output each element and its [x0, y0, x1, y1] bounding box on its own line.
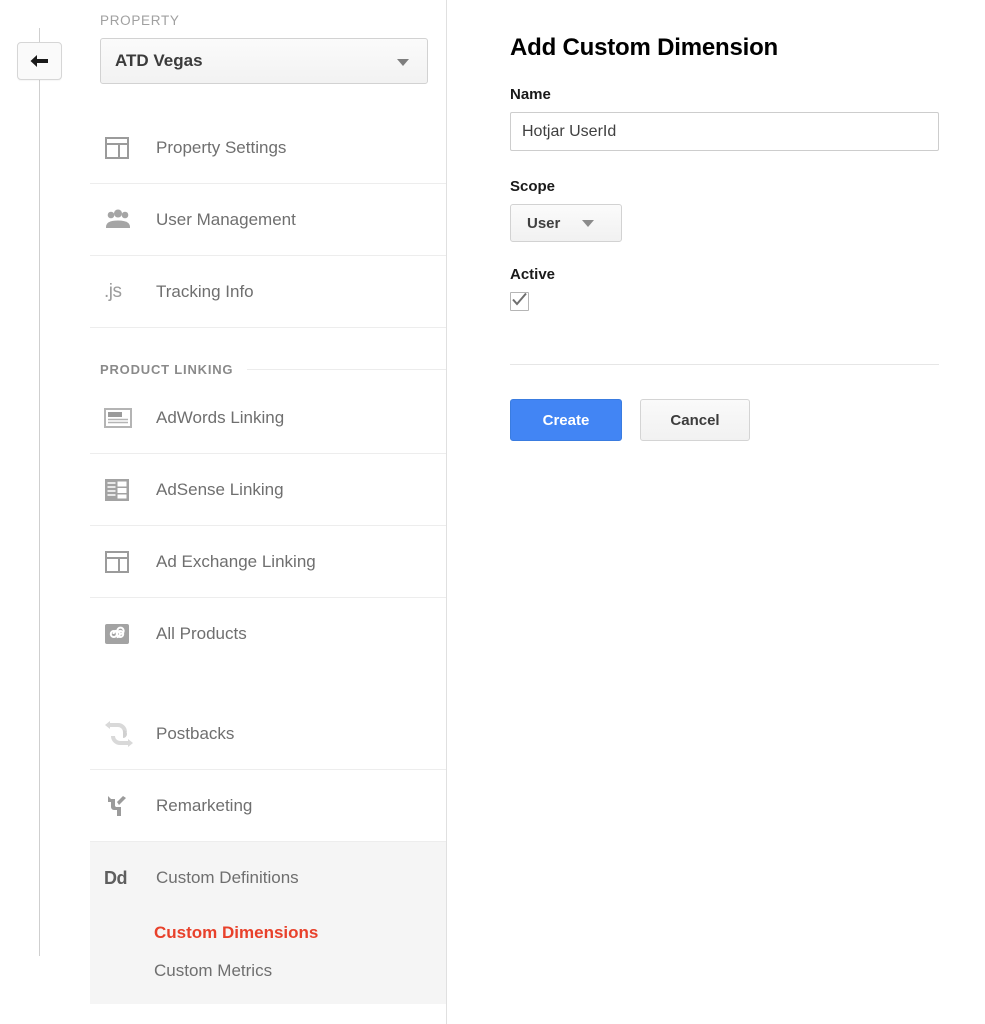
- sidebar-item-label: All Products: [156, 624, 247, 643]
- rail-divider-line: [39, 28, 40, 956]
- create-button[interactable]: Create: [510, 399, 622, 441]
- sidebar-item-label: Postbacks: [156, 723, 235, 743]
- page-title: Add Custom Dimension: [510, 34, 779, 61]
- adwords-linking-icon: [100, 403, 148, 433]
- js-icon: .js: [104, 280, 122, 302]
- sidebar-item-remarketing[interactable]: Remarketing: [90, 770, 446, 842]
- sidebar-item-postbacks[interactable]: Postbacks: [90, 698, 446, 770]
- sidebar-group-custom-definitions: Dd Custom Definitions Custom Dimensions …: [90, 842, 446, 1004]
- remarketing-icon: [100, 791, 148, 821]
- dd-icon-text: Dd: [104, 867, 128, 888]
- all-products-icon: [100, 619, 148, 649]
- name-input[interactable]: [510, 112, 939, 151]
- active-checkbox[interactable]: [510, 292, 529, 311]
- sidebar-item-label: Custom Definitions: [156, 868, 299, 887]
- sidebar-item-label: Remarketing: [156, 795, 253, 815]
- adsense-linking-icon: [100, 475, 148, 505]
- settings-sidebar: PROPERTY ATD Vegas Property Settings Use…: [90, 0, 447, 1024]
- app-root: PROPERTY ATD Vegas Property Settings Use…: [0, 0, 985, 1024]
- sidebar-item-adwords-linking[interactable]: AdWords Linking: [90, 382, 446, 454]
- scope-select-value: User: [527, 214, 561, 232]
- checkmark-icon: [512, 292, 527, 311]
- sidebar-item-label: Ad Exchange Linking: [156, 551, 316, 571]
- postbacks-icon: [100, 719, 148, 749]
- sidebar-item-property-settings[interactable]: Property Settings: [90, 112, 446, 184]
- dd-icon: Dd: [100, 863, 148, 893]
- property-selector-value: ATD Vegas: [115, 51, 203, 70]
- sidebar-item-user-management[interactable]: User Management: [90, 184, 446, 256]
- sidebar-subitem-label: Custom Dimensions: [154, 923, 319, 942]
- sidebar-item-label: AdWords Linking: [156, 407, 285, 427]
- sidebar-item-label: AdSense Linking: [156, 479, 284, 499]
- chevron-down-icon: [582, 219, 595, 227]
- form-divider: [510, 364, 939, 365]
- sidebar-item-custom-definitions[interactable]: Dd Custom Definitions: [90, 842, 446, 914]
- product-linking-heading-text: PRODUCT LINKING: [100, 361, 234, 377]
- sidebar-item-adsense-linking[interactable]: AdSense Linking: [90, 454, 446, 526]
- user-management-icon: [100, 205, 148, 235]
- back-arrow-icon: [28, 52, 52, 70]
- heading-rule: [247, 368, 446, 370]
- cancel-button[interactable]: Cancel: [640, 399, 750, 441]
- sidebar-item-label: User Management: [156, 209, 296, 229]
- form-actions: Create Cancel: [510, 399, 939, 441]
- sidebar-subitem-label: Custom Metrics: [154, 961, 273, 980]
- scope-field-label: Scope: [510, 178, 556, 195]
- sidebar-subitem-custom-dimensions[interactable]: Custom Dimensions: [90, 914, 446, 952]
- sidebar-group-gap-2: [90, 670, 446, 698]
- left-rail: [0, 0, 90, 1024]
- name-field-label: Name: [510, 86, 551, 103]
- sidebar-item-tracking-info[interactable]: .js Tracking Info: [90, 256, 446, 328]
- sidebar-item-label: Property Settings: [156, 137, 287, 157]
- sidebar-item-ad-exchange-linking[interactable]: Ad Exchange Linking: [90, 526, 446, 598]
- sidebar-item-label: Tracking Info: [156, 281, 254, 301]
- property-selector[interactable]: ATD Vegas: [100, 38, 428, 84]
- product-linking-heading: PRODUCT LINKING: [90, 356, 446, 382]
- sidebar-subitem-custom-metrics[interactable]: Custom Metrics: [90, 952, 446, 990]
- chevron-down-icon: [397, 59, 409, 66]
- ad-exchange-linking-icon: [100, 547, 148, 577]
- property-section-heading: PROPERTY: [100, 13, 180, 28]
- property-settings-icon: [100, 133, 148, 163]
- main-content: Add Custom Dimension Name Scope User Act…: [448, 0, 985, 1024]
- sidebar-item-all-products[interactable]: All Products: [90, 598, 446, 670]
- back-button[interactable]: [17, 42, 62, 80]
- scope-select[interactable]: User: [510, 204, 622, 242]
- active-field-label: Active: [510, 266, 556, 283]
